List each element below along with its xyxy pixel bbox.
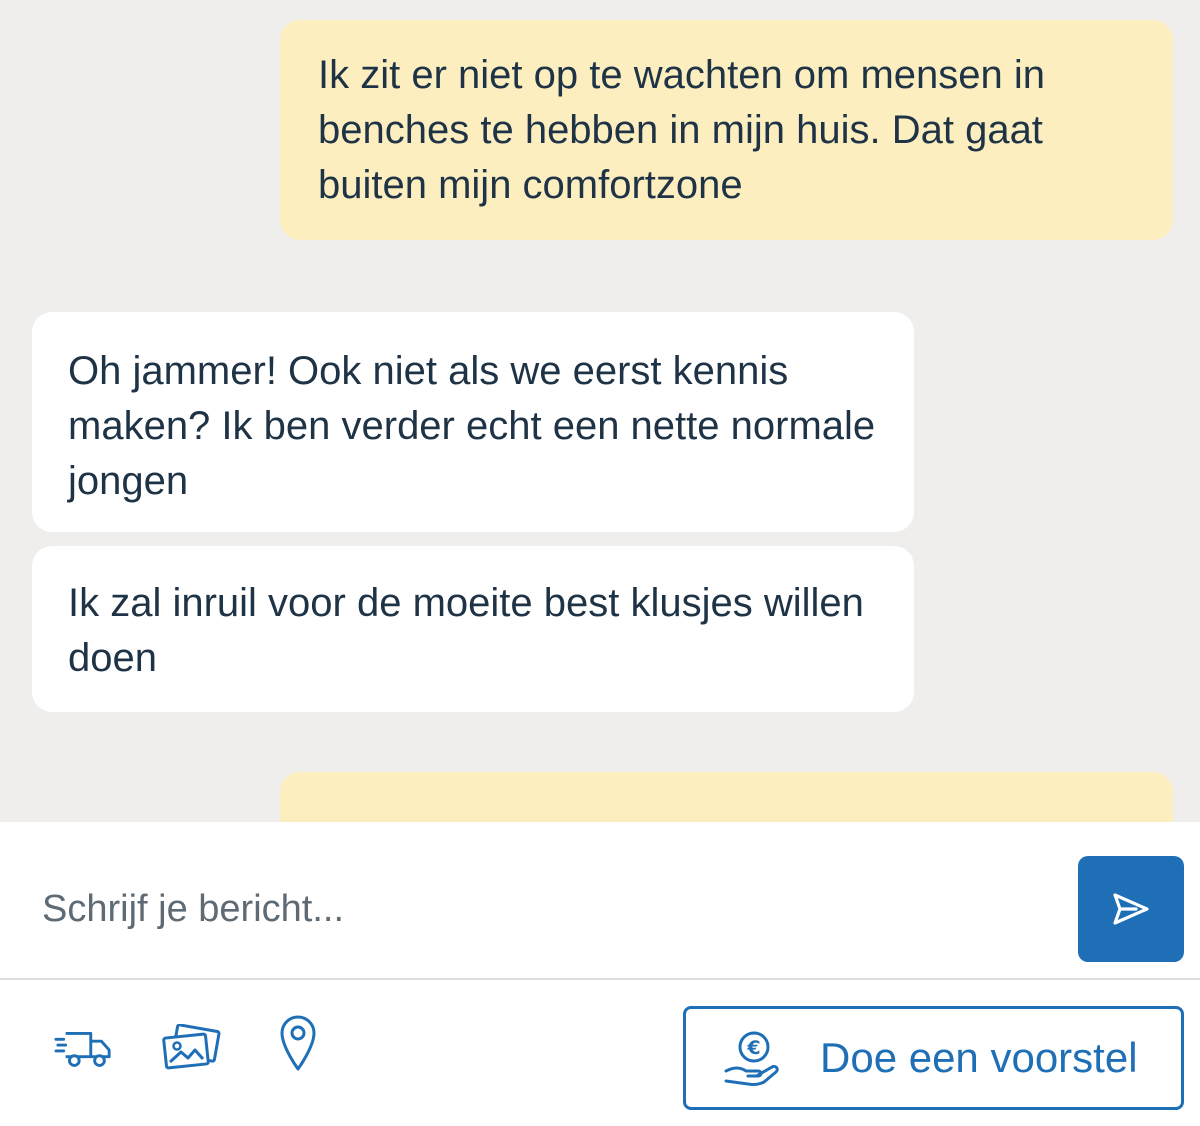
message-sent-partial[interactable] bbox=[280, 772, 1173, 822]
euro-hand-icon: € bbox=[724, 1031, 779, 1086]
send-icon bbox=[1113, 893, 1149, 925]
photos-icon bbox=[162, 1024, 221, 1070]
svg-text:€: € bbox=[746, 1037, 760, 1059]
location-button[interactable] bbox=[268, 1008, 328, 1078]
send-button[interactable] bbox=[1078, 856, 1184, 962]
make-offer-button[interactable]: € Doe een voorstel bbox=[683, 1006, 1184, 1110]
message-sent[interactable]: Ik zit er niet op te wachten om mensen i… bbox=[280, 20, 1173, 240]
make-offer-label: Doe een voorstel bbox=[820, 1034, 1138, 1081]
delivery-button[interactable] bbox=[54, 1018, 114, 1078]
message-received[interactable]: Oh jammer! Ook niet als we eerst kennis … bbox=[32, 312, 914, 532]
chat-messages: Ik zit er niet op te wachten om mensen i… bbox=[0, 0, 1200, 822]
message-received[interactable]: Ik zal inruil voor de moeite best klusje… bbox=[32, 546, 914, 712]
location-pin-icon bbox=[280, 1015, 316, 1071]
message-text: Ik zit er niet op te wachten om mensen i… bbox=[318, 53, 1046, 207]
message-input[interactable] bbox=[26, 868, 1056, 950]
message-text: Ik zal inruil voor de moeite best klusje… bbox=[68, 581, 864, 680]
attachment-toolbar: € Doe een voorstel bbox=[0, 982, 1200, 1126]
truck-icon bbox=[54, 1032, 111, 1067]
photos-button[interactable] bbox=[161, 1018, 221, 1078]
input-row bbox=[0, 822, 1200, 980]
message-composer: € Doe een voorstel bbox=[0, 822, 1200, 1126]
message-text: Oh jammer! Ook niet als we eerst kennis … bbox=[68, 349, 876, 503]
